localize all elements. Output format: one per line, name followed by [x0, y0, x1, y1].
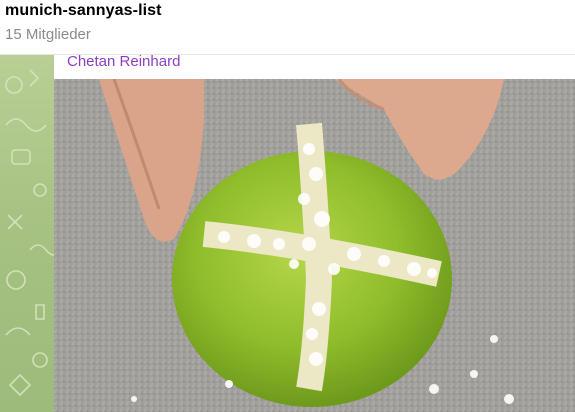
wallpaper-doodle-icon: [5, 69, 54, 397]
lime-with-salt-photo: [54, 79, 575, 412]
message-bubble[interactable]: Chetan Reinhard: [54, 53, 575, 412]
sender-name[interactable]: Chetan Reinhard: [67, 53, 180, 70]
message-photo[interactable]: [54, 79, 575, 412]
chat-header[interactable]: munich-sannyas-list 15 Mitglieder: [0, 0, 575, 55]
chat-title[interactable]: munich-sannyas-list: [5, 2, 162, 20]
member-count: 15 Mitglieder: [5, 26, 91, 43]
